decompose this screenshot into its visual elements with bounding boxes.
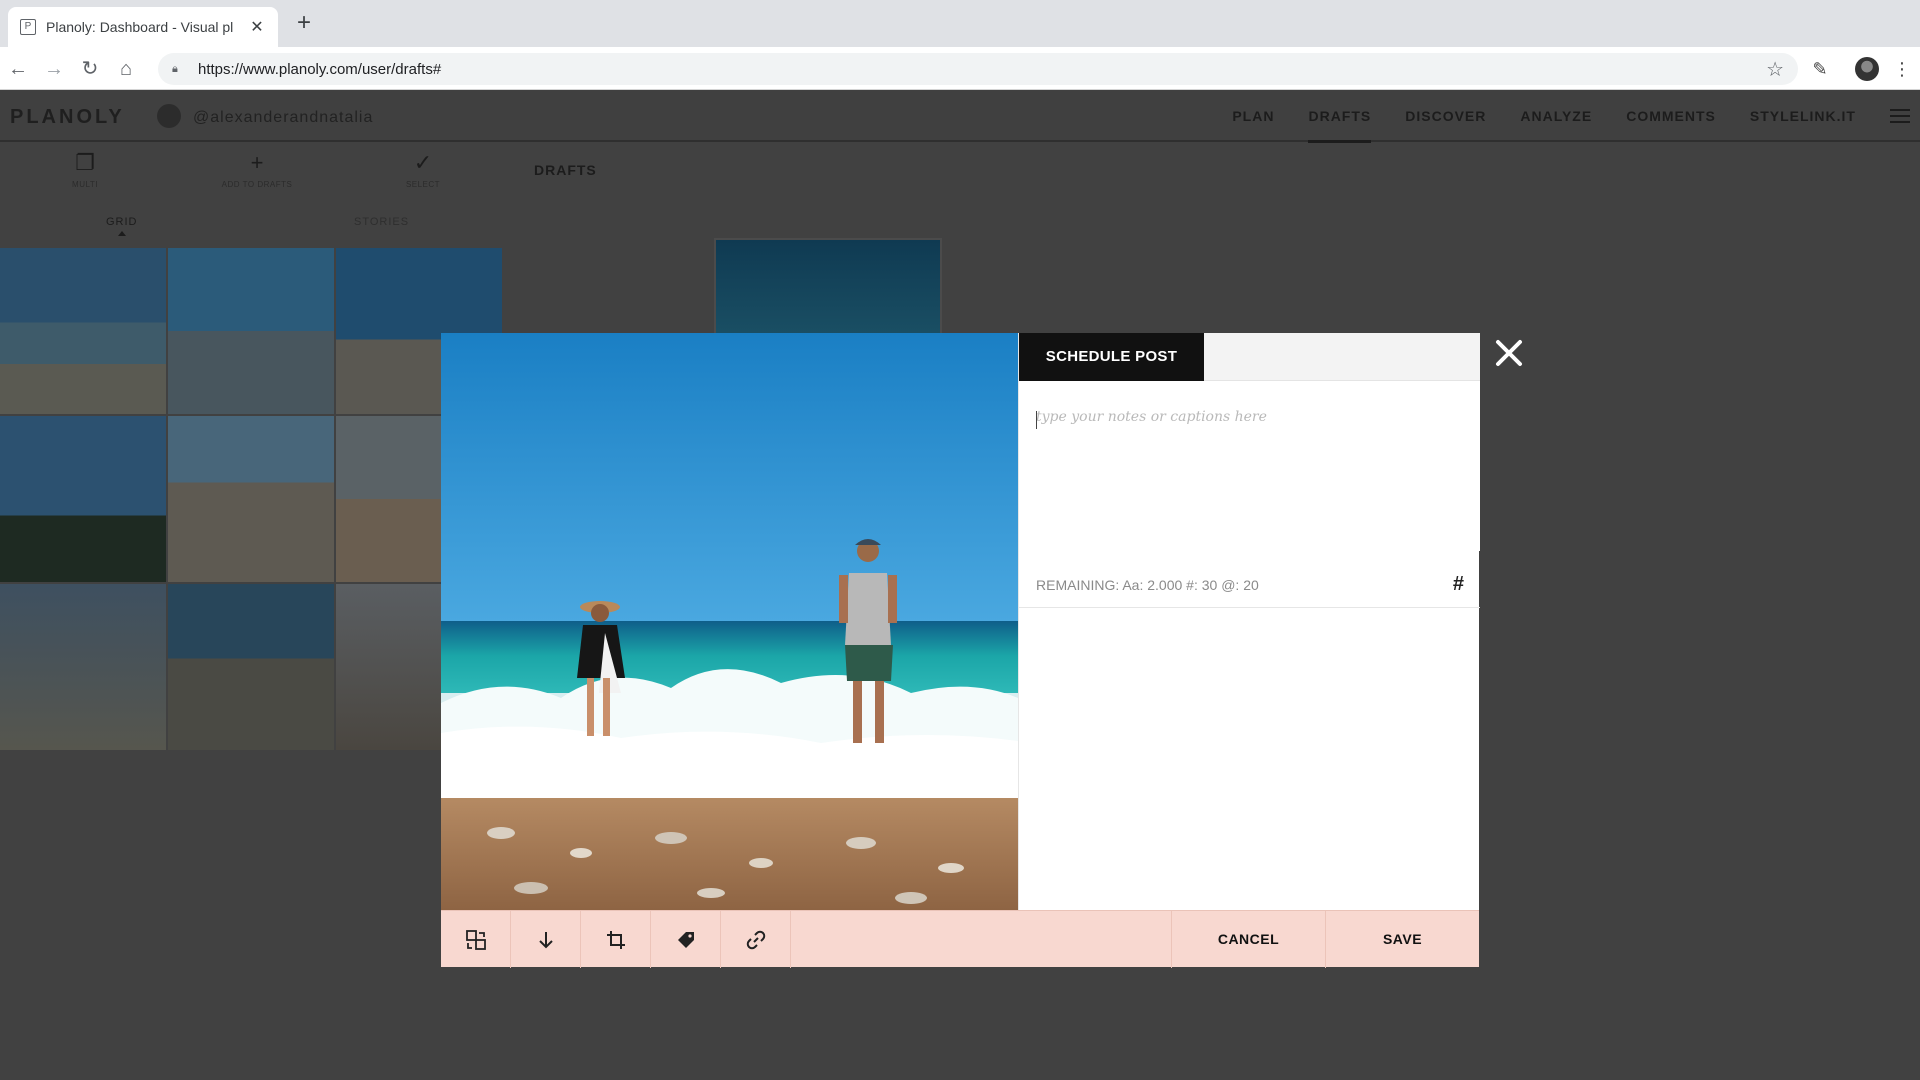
crop-button[interactable] xyxy=(581,911,651,968)
check-icon: ✓ xyxy=(413,150,433,175)
beach-photo-image xyxy=(441,333,1018,910)
draft-preview-card[interactable] xyxy=(714,238,942,338)
download-button[interactable] xyxy=(511,911,581,968)
nav-comments[interactable]: COMMENTS xyxy=(1626,90,1716,142)
panel-divider xyxy=(1019,607,1480,608)
grid-thumbnail[interactable] xyxy=(168,248,334,414)
multi-icon: ❐ xyxy=(75,150,95,175)
save-button[interactable]: SAVE xyxy=(1325,911,1479,968)
tab-grid[interactable]: GRID xyxy=(106,216,138,236)
tag-button[interactable] xyxy=(651,911,721,968)
draft-grid xyxy=(0,248,505,753)
planoly-favicon-icon: P xyxy=(20,19,36,35)
nav-plan[interactable]: PLAN xyxy=(1232,90,1274,142)
nav-discover[interactable]: DISCOVER xyxy=(1405,90,1486,142)
add-to-drafts-button[interactable]: + ADD TO DRAFTS xyxy=(212,150,302,189)
draft-toolbar: ❐ MULTI + ADD TO DRAFTS ✓ SELECT xyxy=(0,150,600,200)
post-details-panel: SCHEDULE POST REMAINING: Aa: 2.000 #: 30… xyxy=(1018,333,1480,910)
nav-analyze[interactable]: ANALYZE xyxy=(1520,90,1592,142)
close-icon[interactable] xyxy=(1493,337,1525,369)
link-button[interactable] xyxy=(721,911,791,968)
back-icon[interactable]: ← xyxy=(6,57,30,81)
crop-icon xyxy=(606,930,625,949)
plus-icon: + xyxy=(250,150,264,175)
cancel-button[interactable]: CANCEL xyxy=(1171,911,1325,968)
url-text: https://www.planoly.com/user/drafts# xyxy=(198,60,442,78)
drafts-heading: DRAFTS xyxy=(534,162,597,178)
tab-schedule-post[interactable]: SCHEDULE POST xyxy=(1019,333,1204,389)
grid-thumbnail[interactable] xyxy=(168,416,334,582)
link-icon xyxy=(746,930,765,949)
grid-thumbnail[interactable] xyxy=(168,584,334,750)
grid-thumbnail[interactable] xyxy=(0,416,166,582)
lock-icon: 🔒︎ xyxy=(172,63,178,75)
extension-icon[interactable]: ✎ xyxy=(1808,57,1832,81)
tab-stories[interactable]: STORIES xyxy=(354,216,409,228)
bookmark-star-icon[interactable]: ☆ xyxy=(1766,57,1784,82)
planoly-logo[interactable]: PLANOLY xyxy=(10,106,125,129)
remaining-counter: REMAINING: Aa: 2.000 #: 30 @: 20 xyxy=(1036,577,1259,593)
browser-toolbar: ← → ↻ ⌂ 🔒︎ https://www.planoly.com/user/… xyxy=(0,47,1920,90)
account-handle[interactable]: @alexanderandnatalia xyxy=(193,109,373,127)
nav-drafts[interactable]: DRAFTS xyxy=(1308,90,1372,143)
hashtag-button[interactable]: # xyxy=(1453,573,1464,596)
schedule-post-modal: SCHEDULE POST REMAINING: Aa: 2.000 #: 30… xyxy=(441,333,1480,968)
address-bar[interactable]: 🔒︎ https://www.planoly.com/user/drafts# … xyxy=(158,53,1798,85)
swap-media-icon xyxy=(465,929,486,950)
download-icon xyxy=(538,931,553,948)
browser-tab-title: Planoly: Dashboard - Visual pl xyxy=(46,19,234,35)
tab-close-icon[interactable]: ✕ xyxy=(248,17,266,37)
main-nav: PLAN DRAFTS DISCOVER ANALYZE COMMENTS ST… xyxy=(1232,90,1920,143)
reload-icon[interactable]: ↻ xyxy=(78,57,102,81)
profile-avatar-icon[interactable] xyxy=(1855,57,1879,81)
home-icon[interactable]: ⌂ xyxy=(114,57,138,81)
text-cursor xyxy=(1036,411,1037,429)
new-tab-icon[interactable]: + xyxy=(292,11,316,36)
swap-media-button[interactable] xyxy=(441,911,511,968)
tag-icon xyxy=(677,931,694,948)
account-avatar[interactable] xyxy=(157,104,181,128)
multi-button[interactable]: ❐ MULTI xyxy=(40,150,130,189)
grid-tabs: GRID STORIES xyxy=(0,216,500,236)
panel-tabbar: SCHEDULE POST xyxy=(1019,333,1480,389)
browser-menu-icon[interactable]: ⋮ xyxy=(1890,57,1914,81)
browser-tab[interactable]: P Planoly: Dashboard - Visual pl ✕ xyxy=(8,7,278,47)
hamburger-menu-icon[interactable] xyxy=(1890,90,1910,142)
nav-stylelink[interactable]: STYLELINK.IT xyxy=(1750,90,1856,142)
post-photo xyxy=(441,333,1018,910)
caption-input[interactable] xyxy=(1019,381,1480,551)
app-header: PLANOLY @alexanderandnatalia PLAN DRAFTS… xyxy=(0,90,1920,143)
grid-thumbnail[interactable] xyxy=(0,248,166,414)
grid-thumbnail[interactable] xyxy=(0,584,166,750)
forward-icon[interactable]: → xyxy=(42,57,66,81)
browser-tabstrip: P Planoly: Dashboard - Visual pl ✕ + xyxy=(0,0,1920,47)
select-button[interactable]: ✓ SELECT xyxy=(378,150,468,189)
modal-footer: CANCEL SAVE xyxy=(441,910,1479,968)
